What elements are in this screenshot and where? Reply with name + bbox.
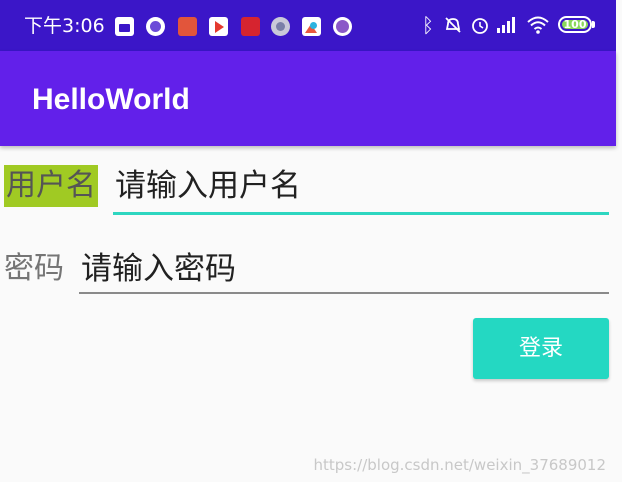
battery-level: 100 bbox=[563, 18, 587, 31]
username-input[interactable]: 请输入用户名 bbox=[113, 165, 609, 215]
circle-app-icon bbox=[333, 17, 352, 36]
app-bar: HelloWorld bbox=[0, 51, 616, 146]
battery-tip bbox=[592, 21, 595, 28]
circle-app-icon bbox=[146, 17, 165, 36]
alarm-icon bbox=[469, 12, 491, 42]
status-bar: 下午3:06 ᛒ 100 bbox=[0, 0, 616, 51]
status-time: 下午3:06 bbox=[24, 15, 105, 37]
video-icon bbox=[209, 17, 228, 36]
mute-icon bbox=[442, 12, 464, 42]
circle-app-icon bbox=[271, 17, 290, 36]
wifi-icon bbox=[526, 12, 550, 42]
photo-icon bbox=[302, 17, 321, 36]
app-title: HelloWorld bbox=[32, 83, 190, 116]
battery-icon: 100 bbox=[558, 16, 592, 33]
mi-icon bbox=[178, 17, 197, 36]
password-input[interactable]: 请输入密码 bbox=[79, 248, 609, 294]
username-label: 用户名 bbox=[4, 165, 98, 207]
password-label: 密码 bbox=[4, 251, 64, 286]
login-button[interactable]: 登录 bbox=[473, 318, 609, 379]
shop-icon bbox=[241, 17, 260, 36]
app-screen: 下午3:06 ᛒ 100 HelloWorld 用户名 请输入用户名 密码 请输… bbox=[0, 0, 616, 482]
mi-store-icon bbox=[115, 17, 134, 36]
watermark: https://blog.csdn.net/weixin_37689012 bbox=[313, 456, 606, 474]
bluetooth-icon: ᛒ bbox=[422, 13, 434, 37]
signal-icon bbox=[495, 12, 517, 42]
